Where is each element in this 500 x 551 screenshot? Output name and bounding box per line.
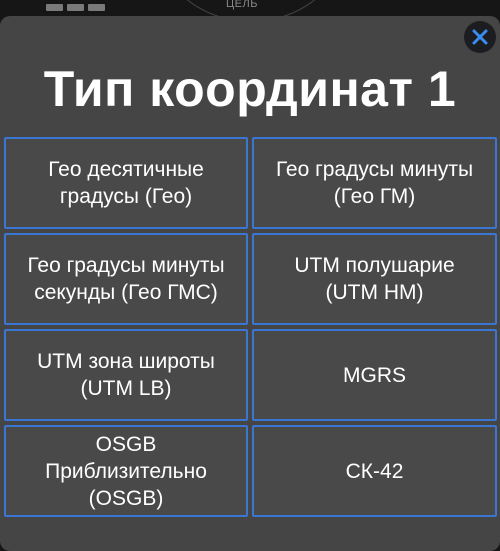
option-grid: Гео десятичные градусы (Гео) Гео градусы…: [4, 137, 497, 517]
option-utm-hemisphere[interactable]: UTM полушарие (UTM HM): [252, 233, 497, 325]
close-icon: [472, 29, 488, 45]
coordinate-type-dialog: Тип координат 1 Гео десятичные градусы (…: [0, 16, 500, 551]
option-osgb[interactable]: OSGB Приблизительно (OSGB): [4, 425, 248, 517]
background-label: ЦЕЛЬ: [226, 0, 258, 10]
dialog-title: Тип координат 1: [43, 61, 457, 117]
option-sk42[interactable]: СК-42: [252, 425, 497, 517]
close-button[interactable]: [464, 21, 496, 53]
option-geo-degrees-minutes[interactable]: Гео градусы минуты (Гео ГМ): [252, 137, 497, 229]
option-geo-decimal-degrees[interactable]: Гео десятичные градусы (Гео): [4, 137, 248, 229]
option-geo-degrees-minutes-seconds[interactable]: Гео градусы минуты секунды (Гео ГМС): [4, 233, 248, 325]
option-utm-latitude-zone[interactable]: UTM зона широты (UTM LB): [4, 329, 248, 421]
option-mgrs[interactable]: MGRS: [252, 329, 497, 421]
signal-indicator: [46, 4, 105, 11]
